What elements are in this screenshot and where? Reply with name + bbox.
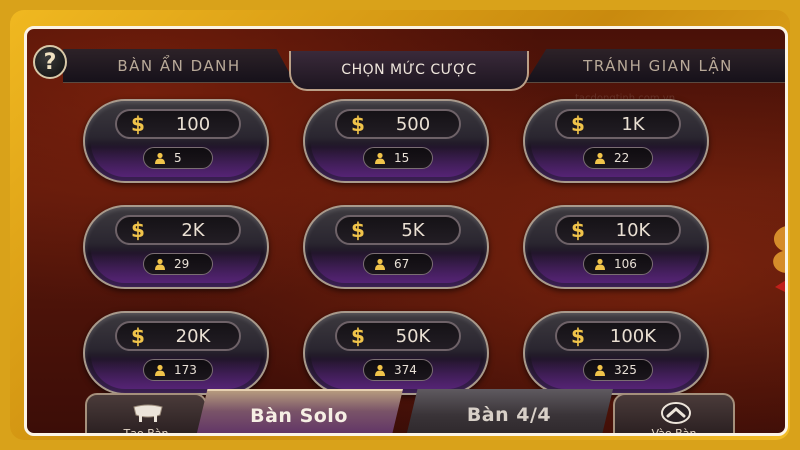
dollar-icon: $: [351, 218, 365, 242]
bet-table-card[interactable]: $2K 29: [83, 205, 269, 289]
bet-amount: 100K: [609, 326, 657, 347]
player-count-pill: 325: [583, 359, 653, 381]
player-count: 29: [174, 257, 190, 271]
tab-solo-table[interactable]: Bàn Solo: [195, 389, 403, 433]
bet-amount-pill: $10K: [555, 215, 681, 245]
tab-four-table[interactable]: Bàn 4/4: [405, 389, 613, 433]
person-icon: [375, 364, 385, 376]
table-icon: [133, 404, 163, 422]
bet-amount-pill: $5K: [335, 215, 461, 245]
question-icon: ?: [43, 49, 57, 75]
person-icon: [375, 152, 385, 164]
tab-solo-label: Bàn Solo: [250, 405, 348, 427]
bet-table-card[interactable]: $100 5: [83, 99, 269, 183]
player-count-pill: 67: [363, 253, 433, 275]
dollar-icon: $: [571, 324, 585, 348]
dollar-icon: $: [131, 112, 145, 136]
bet-amount: 1K: [621, 114, 645, 135]
person-icon: [595, 258, 605, 270]
bet-amount-pill: $20K: [115, 321, 241, 351]
player-count: 15: [394, 151, 410, 165]
person-icon: [595, 364, 605, 376]
player-count: 22: [614, 151, 630, 165]
bet-table-card[interactable]: $500 15: [303, 99, 489, 183]
tab-anti-cheat-label: TRÁNH GIAN LẬN: [583, 56, 733, 75]
dollar-icon: $: [131, 218, 145, 242]
tab-anonymous-table[interactable]: BÀN ẨN DANH: [63, 49, 295, 83]
bet-amount-pill: $2K: [115, 215, 241, 245]
bet-amount: 20K: [175, 326, 211, 347]
person-icon: [155, 152, 165, 164]
player-count: 67: [394, 257, 410, 271]
bet-amount: 10K: [615, 220, 651, 241]
create-table-button[interactable]: Tạo Bàn: [85, 393, 207, 436]
tab-choose-bet-label: CHỌN MỨC CƯỢC: [341, 62, 477, 78]
player-count-pill: 374: [363, 359, 433, 381]
player-count: 5: [174, 151, 182, 165]
player-count-pill: 22: [583, 147, 653, 169]
bet-table-card[interactable]: $20K 173: [83, 311, 269, 395]
dollar-icon: $: [571, 218, 585, 242]
player-count: 374: [394, 363, 417, 377]
person-icon: [595, 152, 605, 164]
top-bar: BÀN ẨN DANH TRÁNH GIAN LẬN CHỌN MỨC CƯỢC…: [27, 29, 785, 91]
join-table-button[interactable]: Vào Bàn: [613, 393, 735, 436]
dollar-icon: $: [131, 324, 145, 348]
chevron-up-icon: [661, 402, 691, 424]
person-icon: [155, 258, 165, 270]
tab-choose-bet[interactable]: CHỌN MỨC CƯỢC: [289, 51, 529, 91]
bet-amount-pill: $50K: [335, 321, 461, 351]
bet-amount-pill: $1K: [555, 109, 681, 139]
bet-amount: 2K: [181, 220, 205, 241]
decoration-icon: [773, 226, 785, 292]
bet-table-card[interactable]: $100K 325: [523, 311, 709, 395]
bet-amount: 100: [175, 114, 211, 135]
bet-amount: 50K: [395, 326, 431, 347]
dollar-icon: $: [351, 324, 365, 348]
create-table-label: Tạo Bàn: [123, 427, 169, 436]
player-count-pill: 106: [583, 253, 653, 275]
bet-table-card[interactable]: $50K 374: [303, 311, 489, 395]
tab-anonymous-table-label: BÀN ẨN DANH: [117, 56, 241, 75]
bet-table-card[interactable]: $5K 67: [303, 205, 489, 289]
bet-table-card[interactable]: $1K 22: [523, 99, 709, 183]
player-count: 325: [614, 363, 637, 377]
player-count-pill: 173: [143, 359, 213, 381]
person-icon: [375, 258, 385, 270]
game-screen: BÀN ẨN DANH TRÁNH GIAN LẬN CHỌN MỨC CƯỢC…: [24, 26, 788, 436]
player-count-pill: 15: [363, 147, 433, 169]
help-button[interactable]: ?: [33, 45, 67, 79]
player-count: 106: [614, 257, 637, 271]
bottom-bar: Tạo Bàn Bàn Solo Bàn 4/4 Vào Bàn: [27, 385, 785, 436]
person-icon: [155, 364, 165, 376]
join-table-label: Vào Bàn: [651, 427, 697, 436]
tab-anti-cheat[interactable]: TRÁNH GIAN LẬN: [525, 49, 785, 83]
dollar-icon: $: [571, 112, 585, 136]
player-count-pill: 29: [143, 253, 213, 275]
bet-amount-pill: $500: [335, 109, 461, 139]
bet-amount-pill: $100K: [555, 321, 681, 351]
bet-amount: 5K: [401, 220, 425, 241]
player-count: 173: [174, 363, 197, 377]
tab-four-label: Bàn 4/4: [466, 404, 552, 426]
bet-amount-pill: $100: [115, 109, 241, 139]
bet-amount: 500: [395, 114, 431, 135]
player-count-pill: 5: [143, 147, 213, 169]
dollar-icon: $: [351, 112, 365, 136]
bet-table-card[interactable]: $10K 106: [523, 205, 709, 289]
